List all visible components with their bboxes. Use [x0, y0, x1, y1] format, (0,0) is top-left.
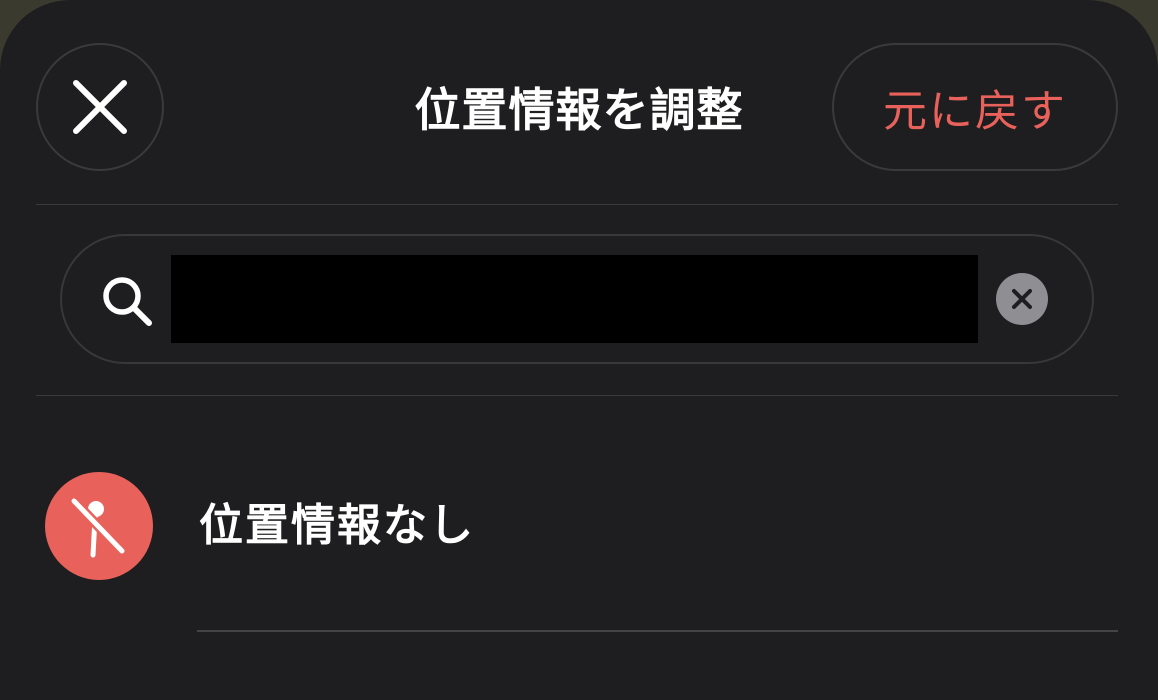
- header-divider: [36, 204, 1118, 205]
- adjust-location-sheet: 位置情報を調整 元に戻す 位置情報なし: [0, 0, 1158, 700]
- location-off-icon: [69, 496, 127, 558]
- close-icon: [73, 80, 127, 134]
- clear-circle-icon: [1012, 289, 1032, 309]
- search-input[interactable]: [171, 255, 978, 343]
- search-icon: [103, 277, 152, 326]
- page-title: 位置情報を調整: [414, 83, 744, 137]
- close-button[interactable]: [36, 43, 164, 171]
- clear-search-button[interactable]: [996, 273, 1048, 325]
- search-divider: [36, 395, 1118, 396]
- no-location-label: 位置情報なし: [199, 500, 475, 551]
- location-off-icon-badge: [45, 472, 153, 580]
- no-location-option[interactable]: 位置情報なし: [0, 450, 1158, 610]
- row-divider: [197, 630, 1118, 632]
- revert-button[interactable]: 元に戻す: [832, 43, 1118, 171]
